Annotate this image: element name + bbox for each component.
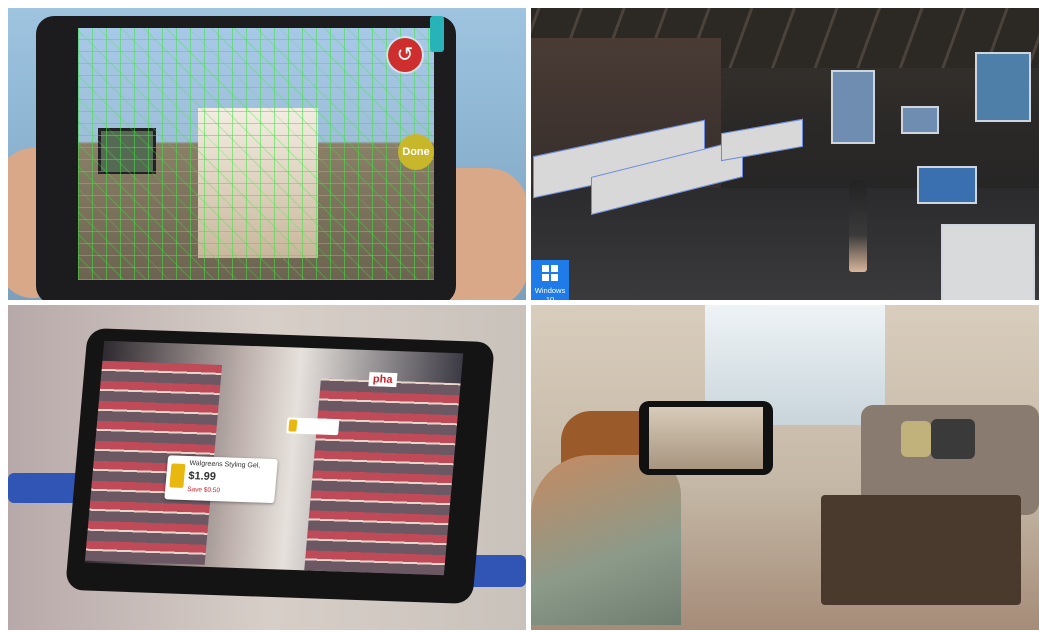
display-stand bbox=[941, 224, 1035, 300]
display-screen bbox=[917, 166, 977, 204]
retail-ar-photo: pha Walgreens Styling Gel, $1.99 Save $0… bbox=[8, 305, 526, 630]
reset-icon: ↺ bbox=[396, 44, 414, 66]
windows-badge: Windows 10 bbox=[531, 260, 569, 300]
green-mesh-overlay bbox=[78, 28, 434, 280]
pillow bbox=[901, 421, 931, 457]
price-tag-card[interactable]: Walgreens Styling Gel, $1.99 Save $0.50 bbox=[164, 455, 278, 504]
store-sign: pha bbox=[368, 372, 398, 388]
smartphone bbox=[639, 401, 773, 475]
vr-warehouse-photo: Windows 10 bbox=[531, 8, 1039, 300]
price-tag-icon bbox=[169, 463, 186, 488]
tablet-screen: ↺ Done bbox=[78, 28, 434, 280]
coffee-table bbox=[821, 495, 1021, 605]
windows-logo-icon bbox=[542, 265, 558, 281]
display-screen bbox=[901, 106, 939, 134]
display-wall bbox=[831, 70, 875, 144]
user-arm bbox=[531, 455, 681, 625]
living-room-photo bbox=[531, 305, 1039, 630]
display-steps bbox=[721, 118, 803, 162]
product-price: $1.99 bbox=[187, 470, 217, 484]
product-name: Walgreens Styling Gel, bbox=[189, 460, 261, 470]
cart-tablet-screen: pha Walgreens Styling Gel, $1.99 Save $0… bbox=[84, 340, 464, 576]
phone-screen bbox=[649, 407, 763, 469]
pillow bbox=[931, 419, 975, 459]
tablet-device: ↺ Done bbox=[36, 16, 456, 300]
display-screen bbox=[975, 52, 1031, 122]
vr-user bbox=[849, 180, 867, 272]
windows-badge-label: Windows 10 bbox=[534, 286, 566, 300]
price-tag-icon bbox=[288, 419, 298, 432]
mini-price-tag bbox=[286, 417, 340, 436]
product-savings: Save $0.50 bbox=[186, 486, 221, 495]
reset-button[interactable]: ↺ bbox=[388, 38, 422, 72]
done-label: Done bbox=[402, 146, 430, 158]
tablet-clip bbox=[430, 16, 444, 52]
done-button[interactable]: Done bbox=[398, 134, 434, 170]
ar-scan-photo: ↺ Done bbox=[8, 8, 526, 300]
store-shelf bbox=[304, 378, 461, 576]
